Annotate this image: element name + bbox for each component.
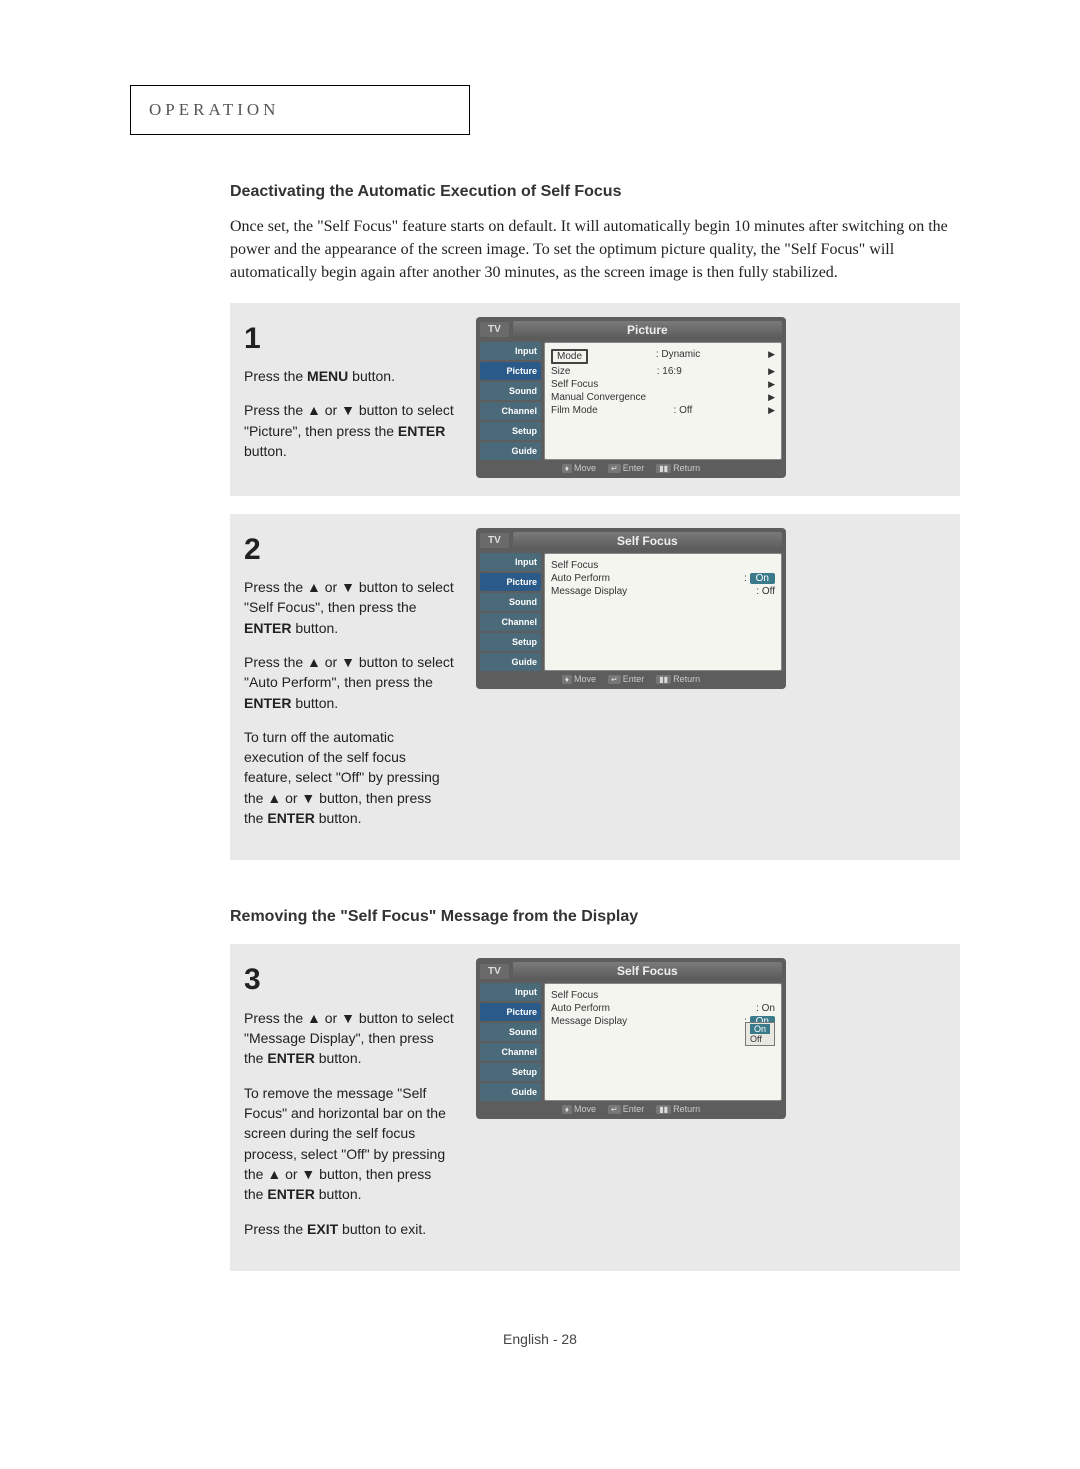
step2-text1c: button. — [291, 620, 338, 636]
step1-text2c: button. — [244, 443, 287, 459]
menu-row-mode: Mode — [551, 349, 588, 364]
step-2: 2 Press the ▲ or ▼ button to select "Sel… — [230, 514, 960, 861]
footer-return: ▮▮Return — [656, 1104, 700, 1114]
footer-enter: ↵Enter — [608, 463, 644, 473]
heading-remove-message: Removing the "Self Focus" Message from t… — [230, 908, 980, 926]
menu-row-selffocus: Self Focus — [551, 990, 598, 1001]
menu-button-label: MENU — [307, 368, 348, 384]
step-number: 2 — [244, 528, 454, 572]
menu-row-msgdisplay: Message Display — [551, 586, 627, 597]
sidebar-item-picture: Picture — [480, 1003, 541, 1021]
step3-text2c: button. — [315, 1186, 362, 1202]
footer-enter: ↵Enter — [608, 1104, 644, 1114]
step2-text3c: button. — [315, 810, 362, 826]
menu-row-mode-val: : Dynamic — [656, 349, 700, 364]
tv-screenshot-picture: TV Picture Input Picture Sound Channel S… — [476, 317, 786, 478]
enter-button-label: ENTER — [267, 1186, 314, 1202]
menu-row-selffocus: Self Focus — [551, 560, 598, 571]
step2-text2: Press the ▲ or ▼ button to select "Auto … — [244, 654, 454, 690]
footer-return: ▮▮Return — [656, 463, 700, 473]
step3-text1c: button. — [315, 1050, 362, 1066]
step2-text1: Press the ▲ or ▼ button to select "Self … — [244, 579, 454, 615]
step2-text2c: button. — [291, 695, 338, 711]
step3-text2: To remove the message "Self Focus" and h… — [244, 1085, 446, 1202]
sidebar-item-channel: Channel — [480, 402, 541, 420]
sidebar-item-setup: Setup — [480, 1063, 541, 1081]
sidebar-item-sound: Sound — [480, 382, 541, 400]
footer-return: ▮▮Return — [656, 674, 700, 684]
menu-row-msgdisplay-val: : Off — [756, 586, 775, 597]
tv-screenshot-selffocus: TV Self Focus Input Picture Sound Channe… — [476, 528, 786, 689]
step1-text-c: button. — [348, 368, 395, 384]
menu-row-filmmode-val: : Off — [674, 405, 693, 416]
sidebar-item-channel: Channel — [480, 1043, 541, 1061]
tv-screenshot-msgdisplay: TV Self Focus Input Picture Sound Channe… — [476, 958, 786, 1119]
step3-text3c: button to exit. — [338, 1221, 426, 1237]
menu-row-autoperform-colon: : — [744, 573, 747, 584]
enter-button-label: ENTER — [398, 423, 445, 439]
sidebar-item-guide: Guide — [480, 1083, 541, 1101]
heading-deactivate: Deactivating the Automatic Execution of … — [230, 183, 980, 201]
sidebar-item-setup: Setup — [480, 633, 541, 651]
section-header: OPERATION — [130, 85, 470, 135]
menu-row-manualconv: Manual Convergence — [551, 392, 646, 403]
dropdown-option-on: On — [750, 1024, 770, 1034]
menu-row-autoperform-val: On — [750, 573, 775, 584]
tv-badge: TV — [480, 533, 509, 548]
enter-button-label: ENTER — [244, 620, 291, 636]
chevron-right-icon: ▶ — [768, 349, 775, 364]
enter-button-label: ENTER — [244, 695, 291, 711]
chevron-right-icon: ▶ — [768, 366, 775, 377]
enter-button-label: ENTER — [267, 810, 314, 826]
step-number: 1 — [244, 317, 454, 361]
page-footer: English - 28 — [100, 1331, 980, 1347]
menu-row-autoperform-val: : On — [756, 1003, 775, 1014]
menu-row-filmmode: Film Mode — [551, 405, 598, 416]
step-number: 3 — [244, 958, 454, 1002]
footer-move: ♦Move — [562, 463, 596, 473]
tv-menu-title: Self Focus — [513, 962, 782, 980]
exit-button-label: EXIT — [307, 1221, 338, 1237]
sidebar-item-input: Input — [480, 342, 541, 360]
step-1: 1 Press the MENU button. Press the ▲ or … — [230, 303, 960, 496]
sidebar-item-input: Input — [480, 553, 541, 571]
tv-menu-title: Picture — [513, 321, 782, 339]
menu-row-autoperform: Auto Perform — [551, 573, 610, 584]
sidebar-item-picture: Picture — [480, 573, 541, 591]
footer-enter: ↵Enter — [608, 674, 644, 684]
footer-move: ♦Move — [562, 674, 596, 684]
menu-row-autoperform: Auto Perform — [551, 1003, 610, 1014]
step3-text3: Press the — [244, 1221, 307, 1237]
intro-paragraph: Once set, the "Self Focus" feature start… — [230, 215, 960, 285]
chevron-right-icon: ▶ — [768, 379, 775, 390]
sidebar-item-guide: Guide — [480, 653, 541, 671]
tv-badge: TV — [480, 964, 509, 979]
sidebar-item-input: Input — [480, 983, 541, 1001]
footer-move: ♦Move — [562, 1104, 596, 1114]
menu-row-size-val: : 16:9 — [657, 366, 682, 377]
sidebar-item-setup: Setup — [480, 422, 541, 440]
sidebar-item-guide: Guide — [480, 442, 541, 460]
menu-row-msgdisplay: Message Display — [551, 1016, 627, 1027]
sidebar-item-channel: Channel — [480, 613, 541, 631]
dropdown-option-off: Off — [750, 1034, 770, 1044]
chevron-right-icon: ▶ — [768, 392, 775, 403]
tv-badge: TV — [480, 322, 509, 337]
tv-menu-title: Self Focus — [513, 532, 782, 550]
enter-button-label: ENTER — [267, 1050, 314, 1066]
dropdown-msgdisplay: On Off — [745, 1022, 775, 1046]
step1-text: Press the — [244, 368, 307, 384]
chevron-right-icon: ▶ — [768, 405, 775, 416]
sidebar-item-picture: Picture — [480, 362, 541, 380]
menu-row-size: Size — [551, 366, 570, 377]
step-3: 3 Press the ▲ or ▼ button to select "Mes… — [230, 944, 960, 1270]
menu-row-selffocus: Self Focus — [551, 379, 598, 390]
sidebar-item-sound: Sound — [480, 593, 541, 611]
sidebar-item-sound: Sound — [480, 1023, 541, 1041]
